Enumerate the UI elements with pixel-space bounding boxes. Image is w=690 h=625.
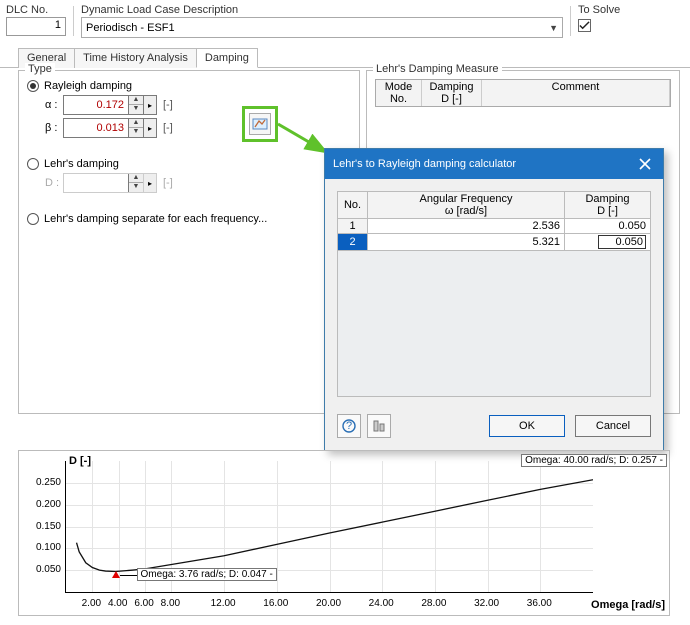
lehrs-panel-title: Lehr's Damping Measure [373,63,502,75]
dialog-title: Lehr's to Rayleigh damping calculator [333,158,516,170]
spin-down-icon[interactable]: ▼ [129,105,143,114]
chart-xlabel: Omega [rad/s] [591,599,665,611]
ok-button[interactable]: OK [489,415,565,437]
help-icon[interactable]: ? [337,414,361,438]
type-panel-title: Type [25,63,55,75]
beta-label: β : [45,122,63,134]
chart-tooltip-end: Omega: 40.00 rad/s; D: 0.257 - [521,454,667,467]
tab-damping[interactable]: Damping [196,48,258,68]
dlc-no-input[interactable]: 1 [6,17,66,36]
alpha-label: α : [45,99,63,111]
chevron-down-icon: ▼ [549,23,558,33]
table-row: 1 2.536 0.050 [338,219,651,234]
spin-up-icon[interactable]: ▲ [129,119,143,128]
radio-rayleigh-label: Rayleigh damping [44,80,132,92]
svg-text:?: ? [346,420,352,432]
tab-time-history[interactable]: Time History Analysis [74,48,197,68]
type-panel: Type Rayleigh damping α : 0.172 ▲▼ ▸ [-]… [18,70,360,414]
picker-icon[interactable]: ▸ [143,95,157,115]
d-label: D : [45,177,63,189]
calculator-icon[interactable] [249,113,271,135]
lehrs-table-header: Mode No. Damping D [-] Comment [375,79,671,107]
d-input: ▲▼ [63,173,144,193]
radio-lehrs-separate-label: Lehr's damping separate for each frequen… [44,213,267,225]
units-icon[interactable] [367,414,391,438]
damping-edit-cell[interactable]: 0.050 [598,235,646,249]
chart-tooltip-min: Omega: 3.76 rad/s; D: 0.047 - [137,568,277,581]
description-select[interactable]: Periodisch - ESF1 ▼ [81,17,563,38]
calculator-dialog: Lehr's to Rayleigh damping calculator No… [324,148,664,451]
dlc-no-label: DLC No. [6,4,66,16]
radio-lehrs[interactable]: Lehr's damping [27,158,351,170]
radio-lehrs-label: Lehr's damping [44,158,119,170]
close-icon[interactable] [635,154,655,174]
alpha-unit: [-] [163,99,173,111]
cancel-button[interactable]: Cancel [575,415,651,437]
calculator-launcher-highlight [242,106,278,142]
divider [570,6,571,36]
solve-label: To Solve [578,4,620,16]
solve-checkbox[interactable] [578,19,591,32]
description-value: Periodisch - ESF1 [86,22,175,34]
d-unit: [-] [163,177,173,189]
damping-chart: D [-] Omega [rad/s] Omega: 40.00 rad/s; … [18,450,670,616]
table-row: 2 5.321 0.050 [338,234,651,251]
alpha-input[interactable]: 0.172 ▲▼ [63,95,144,115]
radio-lehrs-separate[interactable]: Lehr's damping separate for each frequen… [27,213,351,225]
picker-icon[interactable]: ▸ [143,118,157,138]
spin-down-icon[interactable]: ▼ [129,128,143,137]
spin-up-icon[interactable]: ▲ [129,96,143,105]
divider [73,6,74,36]
picker-icon: ▸ [143,173,157,193]
calculator-table[interactable]: No. Angular Frequency ω [rad/s] Damping … [337,191,651,251]
desc-label: Dynamic Load Case Description [81,4,563,16]
radio-rayleigh[interactable]: Rayleigh damping [27,80,351,92]
beta-input[interactable]: 0.013 ▲▼ [63,118,144,138]
beta-unit: [-] [163,122,173,134]
